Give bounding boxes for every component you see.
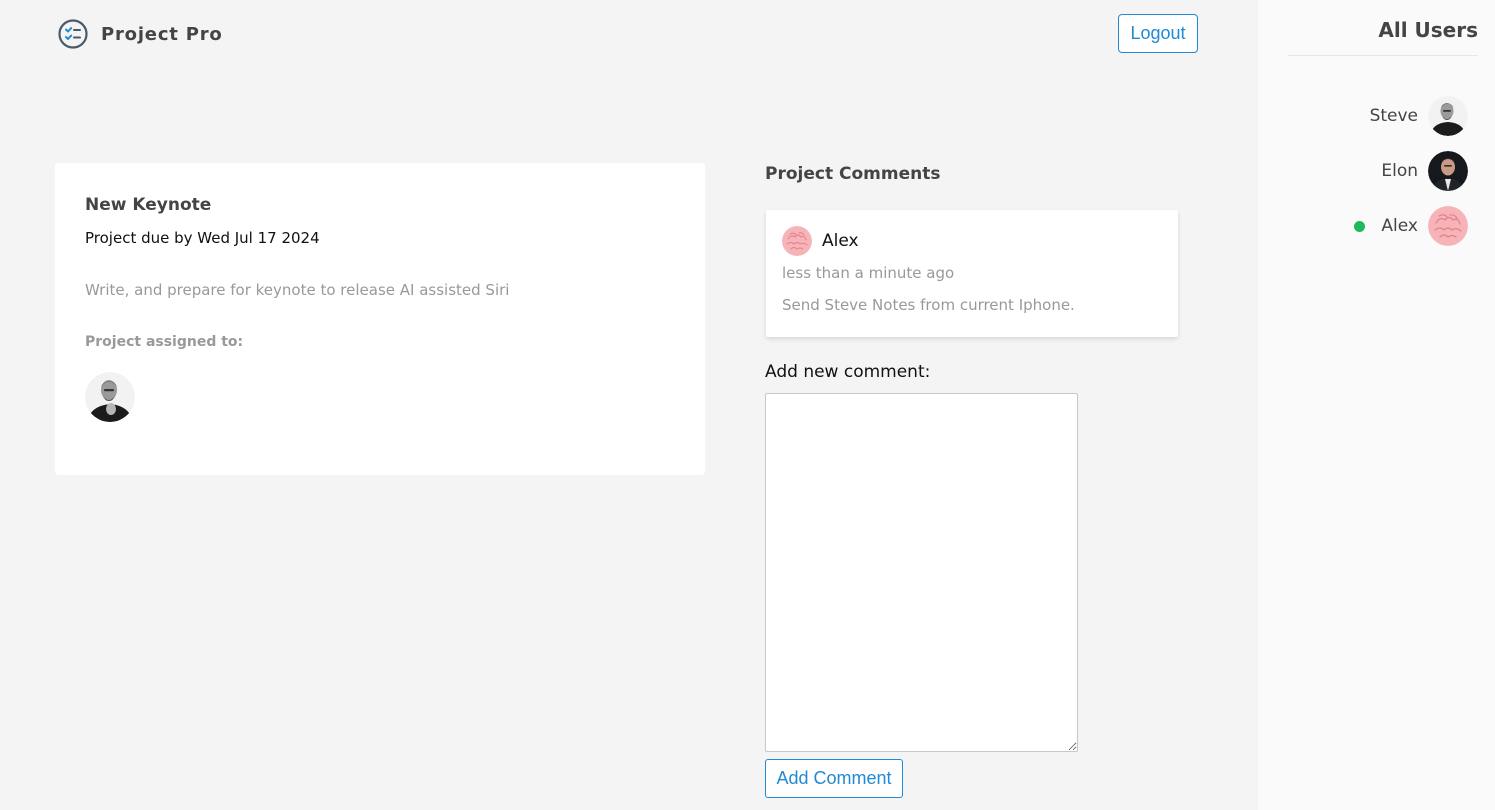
sidebar-divider: [1288, 55, 1478, 56]
project-description: Write, and prepare for keynote to releas…: [85, 281, 510, 299]
add-comment-button[interactable]: Add Comment: [765, 759, 903, 798]
comment-timestamp: less than a minute ago: [782, 264, 955, 282]
add-comment-label: Add new comment:: [765, 362, 931, 382]
comment-author: Alex: [822, 231, 859, 251]
sidebar-title: All Users: [1378, 18, 1478, 42]
logout-button[interactable]: Logout: [1118, 14, 1198, 53]
steve-avatar-icon: [1428, 96, 1468, 136]
online-status-icon: [1354, 220, 1366, 232]
comment-textarea[interactable]: [765, 393, 1078, 752]
user-item-alex[interactable]: Alex: [1354, 206, 1468, 246]
comments-title: Project Comments: [765, 164, 941, 184]
comment-header: Alex: [782, 226, 1162, 256]
user-name: Steve: [1369, 106, 1418, 126]
checklist-logo-icon: [58, 19, 88, 49]
comment-card: Alex less than a minute ago Send Steve N…: [766, 210, 1178, 337]
brand-name: Project Pro: [101, 23, 223, 45]
brain-avatar-icon: [1428, 206, 1468, 246]
user-name: Alex: [1381, 216, 1418, 236]
project-title: New Keynote: [85, 195, 212, 215]
brand[interactable]: Project Pro: [57, 18, 223, 50]
elon-avatar-icon: [1428, 151, 1468, 191]
user-name: Elon: [1381, 161, 1418, 181]
user-item-elon[interactable]: Elon: [1381, 151, 1468, 191]
project-card: New Keynote Project due by Wed Jul 17 20…: [55, 163, 705, 475]
project-due-date: Project due by Wed Jul 17 2024: [85, 229, 320, 247]
brain-avatar-icon: [782, 226, 812, 256]
assigned-label: Project assigned to:: [85, 334, 244, 350]
user-item-steve[interactable]: Steve: [1370, 96, 1468, 136]
users-sidebar: All Users Steve Elon Alex: [1258, 0, 1495, 810]
assigned-user-avatar[interactable]: [85, 372, 135, 422]
comment-text: Send Steve Notes from current Iphone.: [782, 296, 1075, 314]
